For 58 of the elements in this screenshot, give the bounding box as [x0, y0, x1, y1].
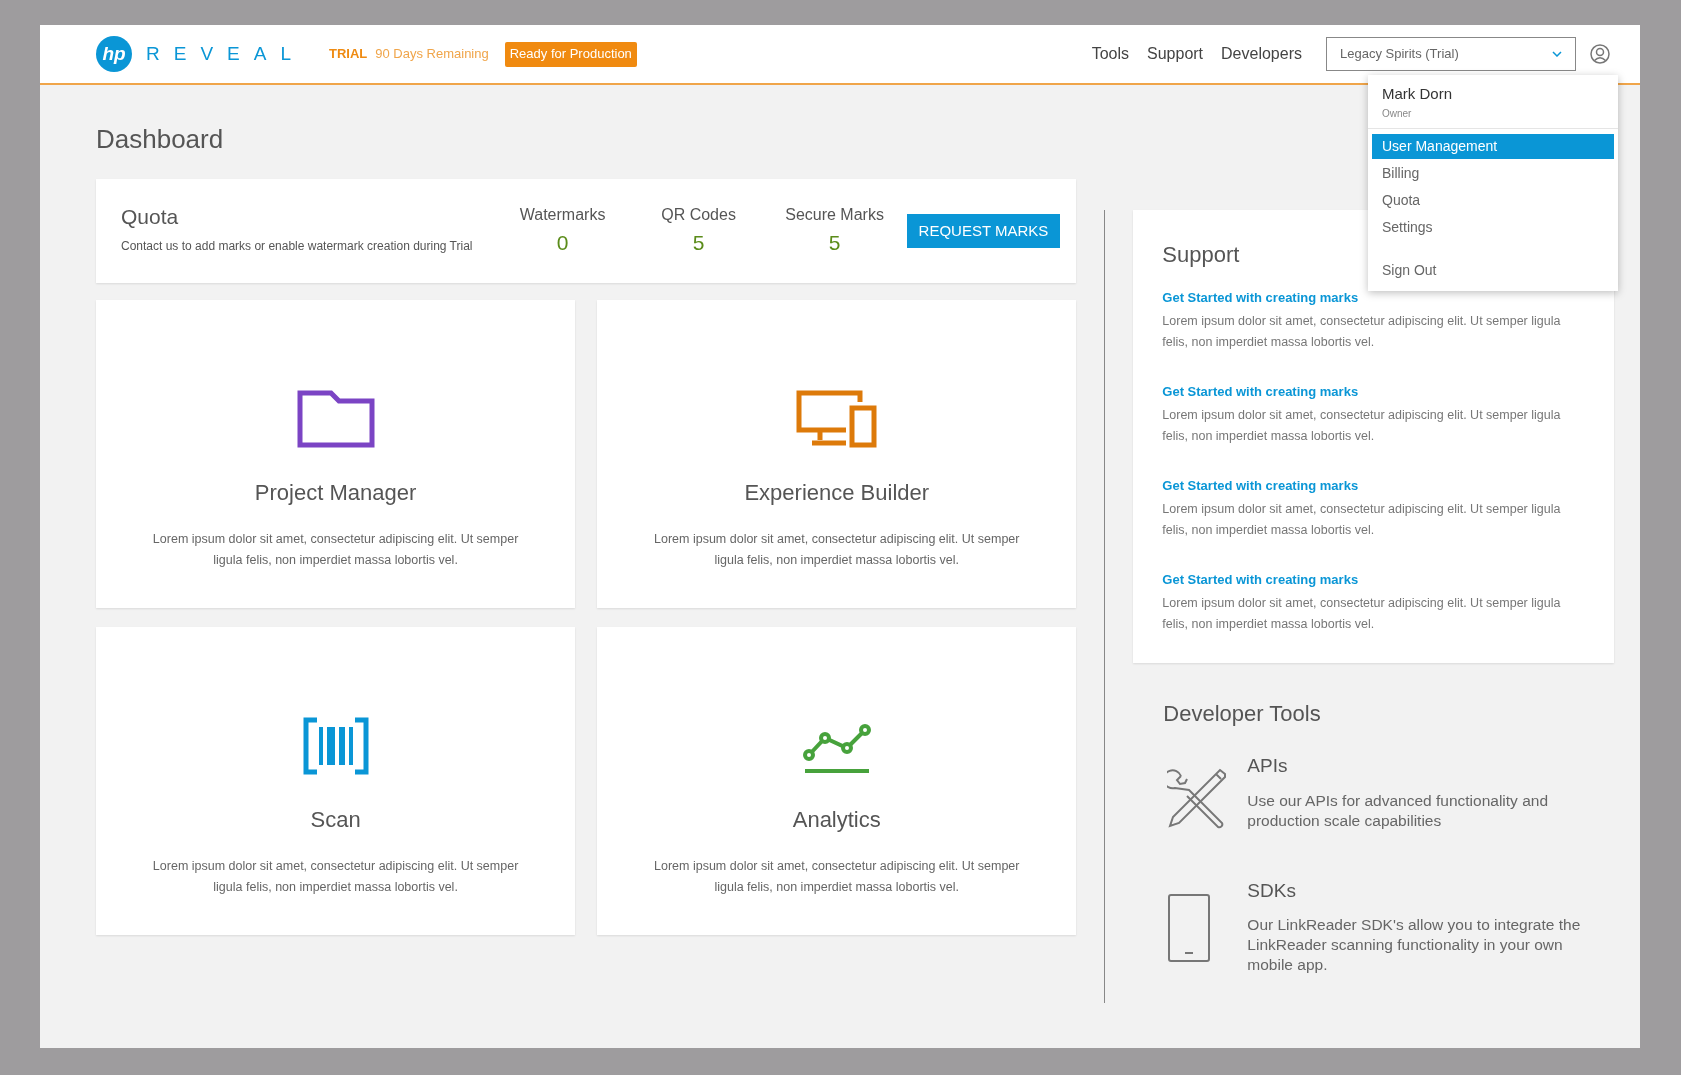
stat-label: QR Codes	[661, 205, 736, 226]
card-description: Lorem ipsum dolor sit amet, consectetur adipiscing elit. Ut semper ligula felis, non imperdiet massa lobortis vel.	[653, 531, 1021, 569]
quota-description: Contact us to add marks or enable watermark creation during Trial	[121, 237, 474, 255]
article-summary: Lorem ipsum dolor sit amet, consectetur adipiscing elit. Ut semper ligula felis, non imperdiet massa lobortis vel.	[1162, 407, 1562, 445]
line-chart-icon	[801, 723, 872, 775]
user-icon[interactable]	[1590, 44, 1610, 64]
feature-card[interactable]: Analytics Lorem ipsum dolor sit amet, consectetur adipiscing elit. Ut semper ligula felis, non imperdiet massa lobortis vel.	[597, 627, 1077, 935]
menu-item[interactable]: Billing	[1372, 160, 1614, 186]
card-title: Experience Builder	[744, 479, 930, 507]
menu-item[interactable]: Settings	[1372, 214, 1614, 240]
developer-tools-title: Developer Tools	[1163, 700, 1322, 728]
card-title: Analytics	[792, 806, 881, 834]
nav-link[interactable]: Developers	[1221, 42, 1302, 66]
page-title: Dashboard	[96, 123, 225, 156]
feature-card[interactable]: Experience Builder Lorem ipsum dolor sit amet, consectetur adipiscing elit. Ut semper ligula felis, non imperdiet massa lobortis vel.	[597, 300, 1077, 608]
card-title: Scan	[310, 806, 361, 834]
card-description: Lorem ipsum dolor sit amet, consectetur adipiscing elit. Ut semper ligula felis, non imperdiet massa lobortis vel.	[151, 531, 520, 569]
nav-link[interactable]: Tools	[1091, 42, 1129, 66]
tool-description: Our LinkReader SDK's allow you to integrate the LinkReader scanning functionality in your own mobile app.	[1247, 915, 1582, 975]
article-summary: Lorem ipsum dolor sit amet, consectetur adipiscing elit. Ut semper ligula felis, non imperdiet massa lobortis vel.	[1162, 313, 1562, 351]
phone-icon	[1167, 892, 1212, 963]
article-link[interactable]: Get Started with creating marks	[1162, 572, 1359, 587]
stat-label: Secure Marks	[785, 205, 884, 226]
user-name: Mark Dorn	[1382, 84, 1453, 104]
sign-out-item[interactable]: Sign Out	[1372, 257, 1614, 283]
quota-title: Quota	[121, 204, 180, 231]
chevron-down-icon	[1552, 51, 1562, 57]
menu-item[interactable]: Quota	[1372, 187, 1614, 213]
article-link[interactable]: Get Started with creating marks	[1162, 478, 1359, 493]
support-title: Support	[1162, 241, 1240, 269]
trial-label: TRIAL	[329, 45, 368, 64]
feature-card[interactable]: Project Manager Lorem ipsum dolor sit amet, consectetur adipiscing elit. Ut semper ligula felis, non imperdiet massa lobortis vel.	[96, 300, 576, 608]
article-summary: Lorem ipsum dolor sit amet, consectetur adipiscing elit. Ut semper ligula felis, non imperdiet massa lobortis vel.	[1162, 501, 1562, 539]
card-title: Project Manager	[254, 479, 417, 507]
user-role: Owner	[1382, 106, 1413, 121]
account-select[interactable]: Legacy Spirits (Trial)	[1326, 37, 1576, 71]
tool-title: SDKs	[1247, 878, 1297, 903]
tool-description: Use our APIs for advanced functionality and production scale capabilities	[1247, 790, 1550, 831]
trial-remaining: 90 Days Remaining	[375, 45, 489, 64]
stat-value: 0	[556, 230, 569, 257]
menu-item[interactable]: User Management	[1372, 133, 1614, 159]
barcode-icon	[302, 717, 369, 775]
card-description: Lorem ipsum dolor sit amet, consectetur adipiscing elit. Ut semper ligula felis, non imperdiet massa lobortis vel.	[151, 858, 520, 896]
article-link[interactable]: Get Started with creating marks	[1162, 384, 1359, 399]
nav-link[interactable]: Support	[1147, 42, 1204, 66]
card-description: Lorem ipsum dolor sit amet, consectetur adipiscing elit. Ut semper ligula felis, non imperdiet massa lobortis vel.	[653, 858, 1021, 896]
article-summary: Lorem ipsum dolor sit amet, consectetur adipiscing elit. Ut semper ligula felis, non imperdiet massa lobortis vel.	[1162, 595, 1562, 633]
stat-label: Watermarks	[519, 205, 606, 226]
article-link[interactable]: Get Started with creating marks	[1162, 290, 1359, 305]
stat-value: 5	[692, 230, 705, 257]
stat-value: 5	[828, 230, 841, 257]
logo-mark: hp	[96, 36, 132, 72]
folder-icon	[296, 390, 375, 448]
request-marks-button[interactable]: REQUEST MARKS	[906, 214, 1061, 248]
feature-card[interactable]: Scan Lorem ipsum dolor sit amet, consectetur adipiscing elit. Ut semper ligula felis, non imperdiet massa lobortis vel.	[96, 627, 576, 935]
tool-title: APIs	[1247, 754, 1289, 778]
devices-icon	[795, 390, 878, 448]
app-name: REVEAL	[146, 41, 305, 66]
